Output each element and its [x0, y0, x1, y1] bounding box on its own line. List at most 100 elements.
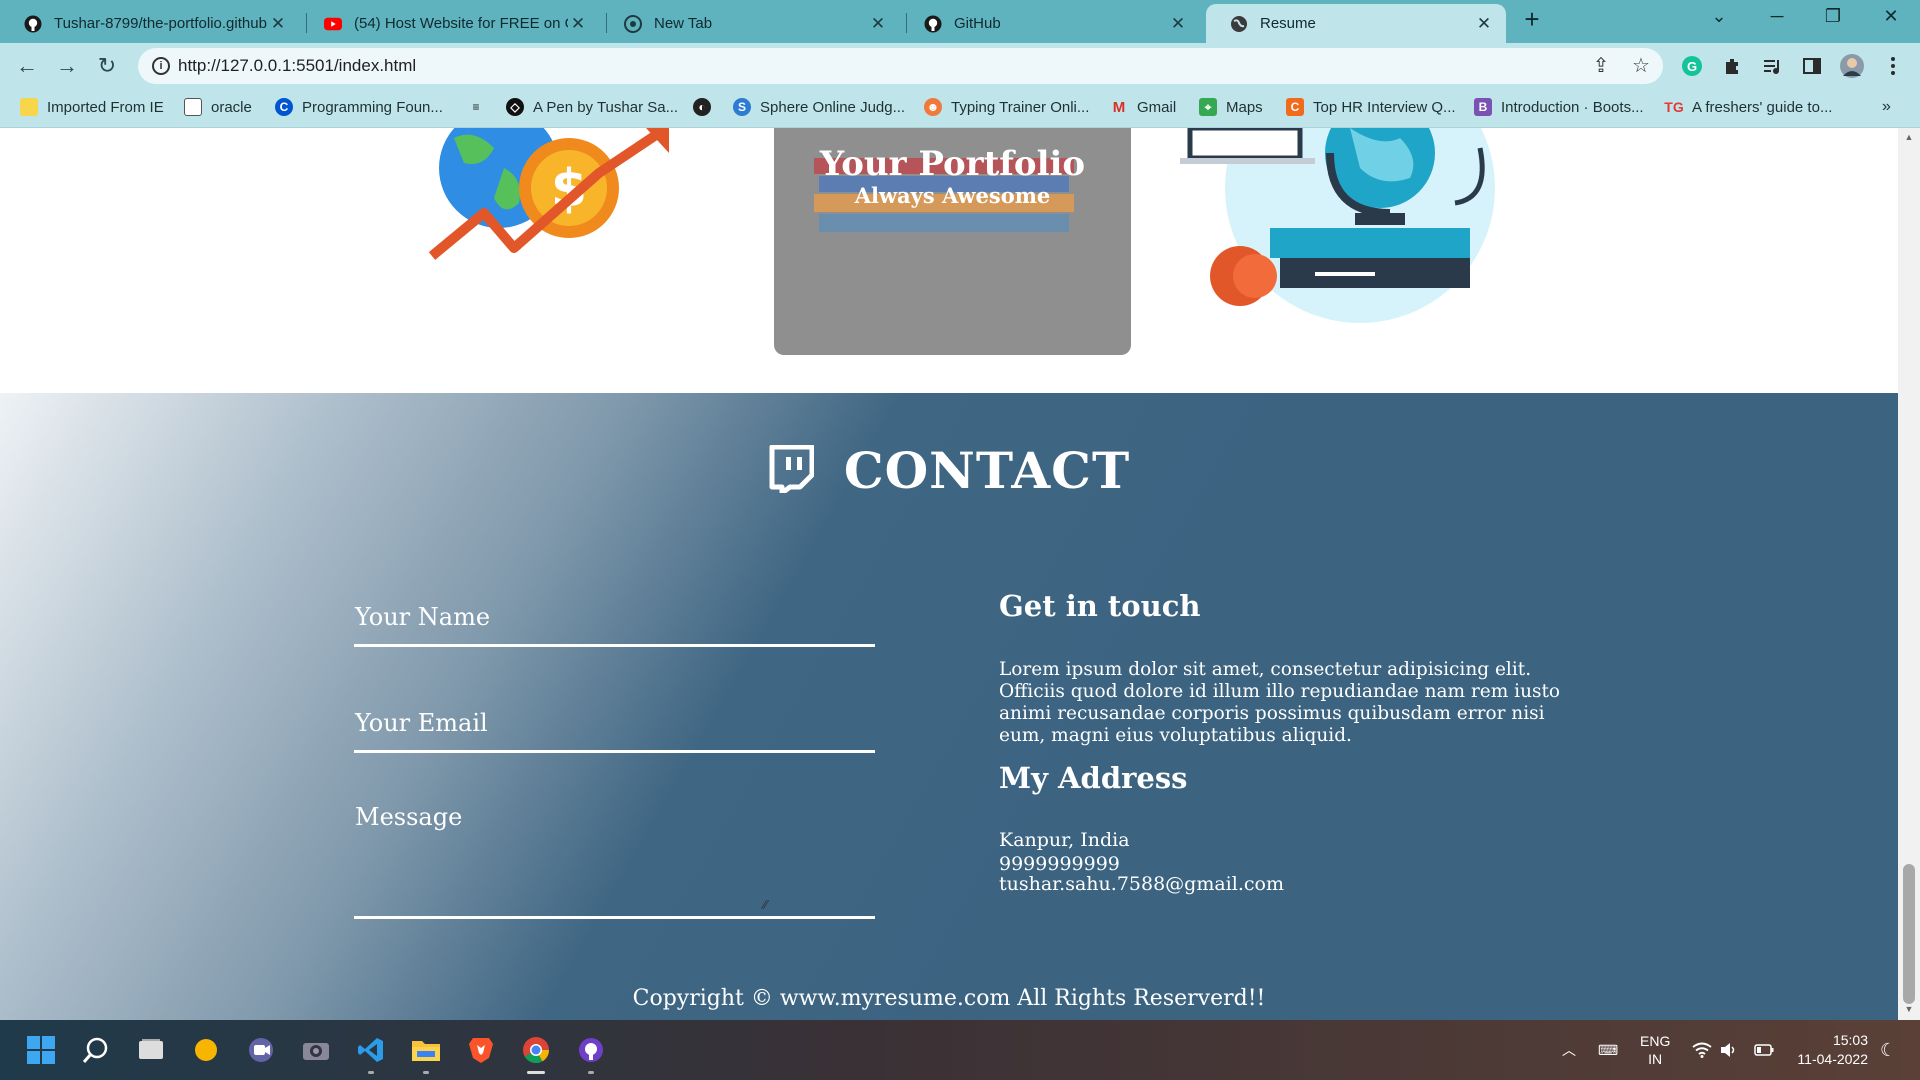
- typing-icon: ☻: [924, 98, 942, 116]
- more-bookmarks-button[interactable]: »: [1882, 98, 1891, 116]
- teams-icon[interactable]: [243, 1032, 279, 1068]
- copyright-text: Copyright © www.myresume.com All Rights …: [632, 986, 1266, 1011]
- volume-icon[interactable]: [1720, 1020, 1738, 1080]
- new-tab-button[interactable]: +: [1520, 6, 1544, 32]
- bookmark-label: Programming Foun...: [302, 98, 443, 116]
- email-field[interactable]: Your Email: [354, 709, 875, 753]
- codepen-icon: ◇: [506, 98, 524, 116]
- bookmark-bootstrap[interactable]: B Introduction · Boots...: [1474, 98, 1644, 116]
- bookmark-typing[interactable]: ☻ Typing Trainer Onli...: [924, 98, 1089, 116]
- battery-icon[interactable]: [1754, 1020, 1774, 1080]
- grammarly-icon[interactable]: G: [1679, 53, 1705, 79]
- tab-new-tab[interactable]: New Tab ✕: [600, 4, 900, 43]
- scroll-down-icon[interactable]: ▼: [1903, 1004, 1915, 1014]
- tab-title: Resume: [1260, 15, 1316, 32]
- clock-date: 11-04-2022: [1797, 1051, 1868, 1067]
- tab-github[interactable]: GitHub ✕: [900, 4, 1200, 43]
- camera-icon[interactable]: [298, 1032, 334, 1068]
- restore-button[interactable]: ❐: [1818, 6, 1848, 32]
- keyboard-icon[interactable]: ⌨: [1598, 1020, 1618, 1080]
- browser-toolbar: ← → ↻ i http://127.0.0.1:5501/index.html…: [0, 43, 1920, 90]
- folder-icon: [20, 98, 38, 116]
- close-icon[interactable]: ✕: [868, 14, 888, 34]
- notifications-icon[interactable]: ☾: [1880, 1020, 1896, 1080]
- globe-icon: [1230, 15, 1248, 33]
- resize-handle-icon[interactable]: ⁄⁄: [763, 898, 767, 912]
- contact-section: CONTACT Your Name Your Email Message ⁄⁄ …: [0, 393, 1898, 1020]
- bookmark-stack[interactable]: ≡: [467, 98, 494, 116]
- name-field[interactable]: Your Name: [354, 603, 875, 647]
- windows-start-icon[interactable]: [23, 1032, 59, 1068]
- github-icon: [924, 15, 942, 33]
- github-desktop-icon[interactable]: [573, 1032, 609, 1074]
- back-button[interactable]: ←: [13, 52, 41, 80]
- media-control-icon[interactable]: [1759, 53, 1785, 79]
- tab-title: GitHub: [954, 15, 1001, 32]
- youtube-icon: [324, 15, 342, 33]
- bookmark-gmail[interactable]: M Gmail: [1110, 98, 1176, 116]
- bookmark-label: Introduction · Boots...: [1501, 98, 1644, 116]
- page-icon: [184, 98, 202, 116]
- clock[interactable]: 15:03 11-04-2022: [1792, 1020, 1868, 1080]
- search-icon[interactable]: [78, 1032, 114, 1068]
- tab-search-icon[interactable]: ⌄: [1704, 6, 1734, 32]
- portfolio-card-title: Your Portfolio: [819, 144, 1086, 184]
- close-window-button[interactable]: ✕: [1876, 6, 1906, 32]
- language-code: ENG: [1640, 1033, 1671, 1049]
- bookmark-globe[interactable]: ◐: [693, 98, 720, 116]
- close-icon[interactable]: ✕: [268, 14, 288, 34]
- maps-icon: ⌖: [1199, 98, 1217, 116]
- scrollbar-thumb[interactable]: [1903, 864, 1915, 1004]
- bootstrap-icon: B: [1474, 98, 1492, 116]
- svg-text:G: G: [1687, 59, 1697, 74]
- coursera-icon: C: [275, 98, 293, 116]
- extensions-icon[interactable]: [1719, 53, 1745, 79]
- email-placeholder: Your Email: [355, 709, 488, 737]
- bookmarks-bar: Imported From IE oracle C Programming Fo…: [0, 90, 1920, 128]
- scroll-up-icon[interactable]: ▲: [1903, 132, 1915, 142]
- portfolio-card[interactable]: Your Portfolio Always Awesome: [774, 128, 1131, 355]
- tab-title: Tushar-8799/the-portfolio.github: [54, 15, 267, 32]
- vscode-icon[interactable]: [353, 1032, 389, 1074]
- bookmark-star-icon[interactable]: ☆: [1629, 54, 1653, 78]
- bookmark-imported-from-ie[interactable]: Imported From IE: [20, 98, 164, 116]
- profile-avatar[interactable]: [1839, 53, 1865, 79]
- wifi-icon[interactable]: [1692, 1020, 1712, 1080]
- side-panel-icon[interactable]: [1799, 53, 1825, 79]
- language-indicator[interactable]: ENG IN: [1640, 1020, 1670, 1080]
- c-icon: C: [1286, 98, 1304, 116]
- get-in-touch-title: Get in touch: [999, 589, 1201, 623]
- minimize-button[interactable]: ─: [1762, 6, 1792, 32]
- close-icon[interactable]: ✕: [1168, 14, 1188, 34]
- bookmark-freshers-guide[interactable]: TG A freshers' guide to...: [1664, 98, 1832, 116]
- show-hidden-icons-icon[interactable]: ︿: [1562, 1020, 1576, 1080]
- close-icon[interactable]: ✕: [568, 14, 588, 34]
- page-scrollbar[interactable]: ▲ ▼: [1898, 128, 1920, 1020]
- share-icon[interactable]: ⇪: [1589, 54, 1613, 78]
- chrome-icon[interactable]: [518, 1032, 554, 1074]
- widget-icon[interactable]: [188, 1032, 224, 1068]
- contact-title: CONTACT: [843, 441, 1131, 500]
- task-view-icon[interactable]: [133, 1032, 169, 1068]
- menu-icon[interactable]: [1880, 53, 1906, 79]
- url-text[interactable]: http://127.0.0.1:5501/index.html: [178, 56, 416, 76]
- tab-resume[interactable]: Resume ✕: [1206, 4, 1506, 43]
- tab-youtube[interactable]: (54) Host Website for FREE on Gi ✕: [300, 4, 600, 43]
- message-field[interactable]: Message ⁄⁄: [354, 803, 875, 919]
- reload-button[interactable]: ↻: [93, 52, 121, 80]
- bookmark-spoj[interactable]: S Sphere Online Judg...: [733, 98, 905, 116]
- bookmark-oracle[interactable]: oracle: [184, 98, 252, 116]
- bookmark-maps[interactable]: ⌖ Maps: [1199, 98, 1263, 116]
- forward-button[interactable]: →: [53, 52, 81, 80]
- bookmark-codepen[interactable]: ◇ A Pen by Tushar Sa...: [506, 98, 678, 116]
- bookmark-hr-interview[interactable]: C Top HR Interview Q...: [1286, 98, 1456, 116]
- close-icon[interactable]: ✕: [1474, 14, 1494, 34]
- bookmark-programming[interactable]: C Programming Foun...: [275, 98, 443, 116]
- brave-icon[interactable]: [463, 1032, 499, 1068]
- portfolio-card-subtitle: Always Awesome: [854, 183, 1051, 208]
- site-info-icon[interactable]: i: [152, 57, 170, 75]
- tab-portfolio-repo[interactable]: Tushar-8799/the-portfolio.github ✕: [0, 4, 300, 43]
- address-bar[interactable]: i http://127.0.0.1:5501/index.html ⇪ ☆: [138, 48, 1663, 84]
- file-explorer-icon[interactable]: [408, 1032, 444, 1074]
- bookmark-label: Maps: [1226, 98, 1263, 116]
